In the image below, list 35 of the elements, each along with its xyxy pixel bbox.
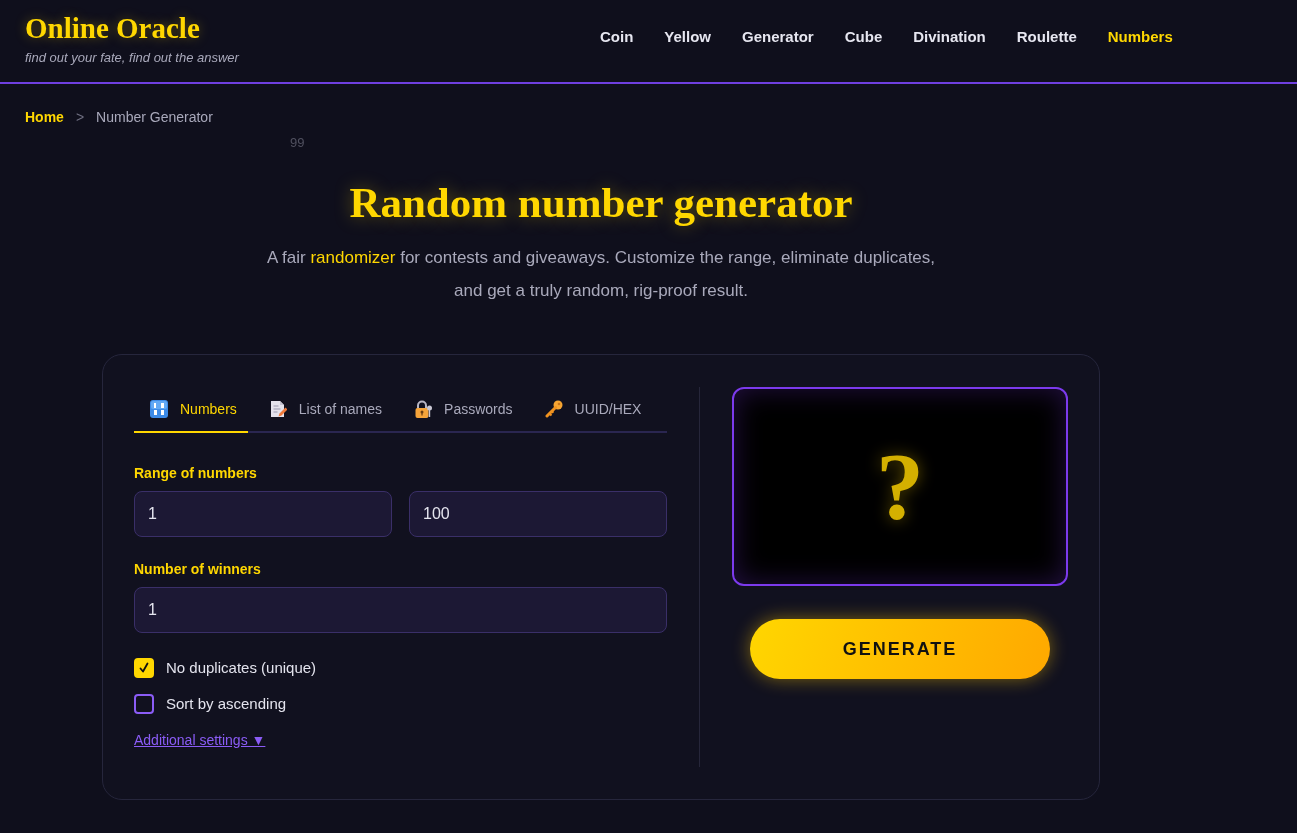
breadcrumb-current: Number Generator [96, 108, 213, 126]
checkbox[interactable] [134, 694, 154, 714]
range-from-field[interactable]: 1 [134, 491, 392, 537]
keypad-icon [150, 400, 168, 418]
range-label: Range of numbers [134, 464, 257, 482]
tab[interactable]: Numbers [134, 387, 248, 433]
key-icon [544, 400, 563, 418]
option-label: No duplicates (unique) [166, 658, 317, 678]
nav-link[interactable]: Numbers [1107, 27, 1173, 47]
page-subtitle: A fair randomizer for contests and giveaways. Customize the range, eliminate duplicates, and get a truly random, rig-proof result. [265, 247, 937, 302]
winners-field[interactable]: 1 [134, 587, 667, 633]
site-logo[interactable]: Online Oracle [25, 11, 200, 45]
padlock-key-icon [414, 400, 433, 418]
range-to-field[interactable]: 100 [409, 491, 667, 537]
breadcrumb-separator: > [75, 108, 85, 126]
memo-pencil-icon [268, 400, 287, 418]
background-number: 99 [290, 135, 305, 151]
additional-settings-link[interactable]: Additional settings ▼ [134, 731, 266, 749]
result-display: ? [732, 387, 1068, 586]
nav-link[interactable]: Generator [742, 27, 814, 47]
nav-link[interactable]: Roulette [1016, 27, 1077, 47]
nav-link[interactable]: Yellow [664, 27, 711, 47]
site-tagline: find out your fate, find out the answer [25, 49, 239, 67]
nav-link[interactable]: Coin [600, 27, 634, 47]
page-title: Random number generator [348, 178, 854, 228]
check-icon [138, 662, 150, 674]
tab[interactable]: List of names [252, 387, 394, 433]
tab[interactable]: UUID/HEX [528, 387, 653, 433]
tab[interactable]: Passwords [398, 387, 524, 433]
breadcrumb-link[interactable]: Home [25, 108, 64, 126]
generate-button[interactable]: GENERATE [750, 619, 1050, 679]
option-label: Sort by ascending [166, 694, 287, 714]
winners-label: Number of winners [134, 560, 261, 578]
nav-link[interactable]: Divination [913, 27, 986, 47]
nav-link[interactable]: Cube [844, 27, 883, 47]
